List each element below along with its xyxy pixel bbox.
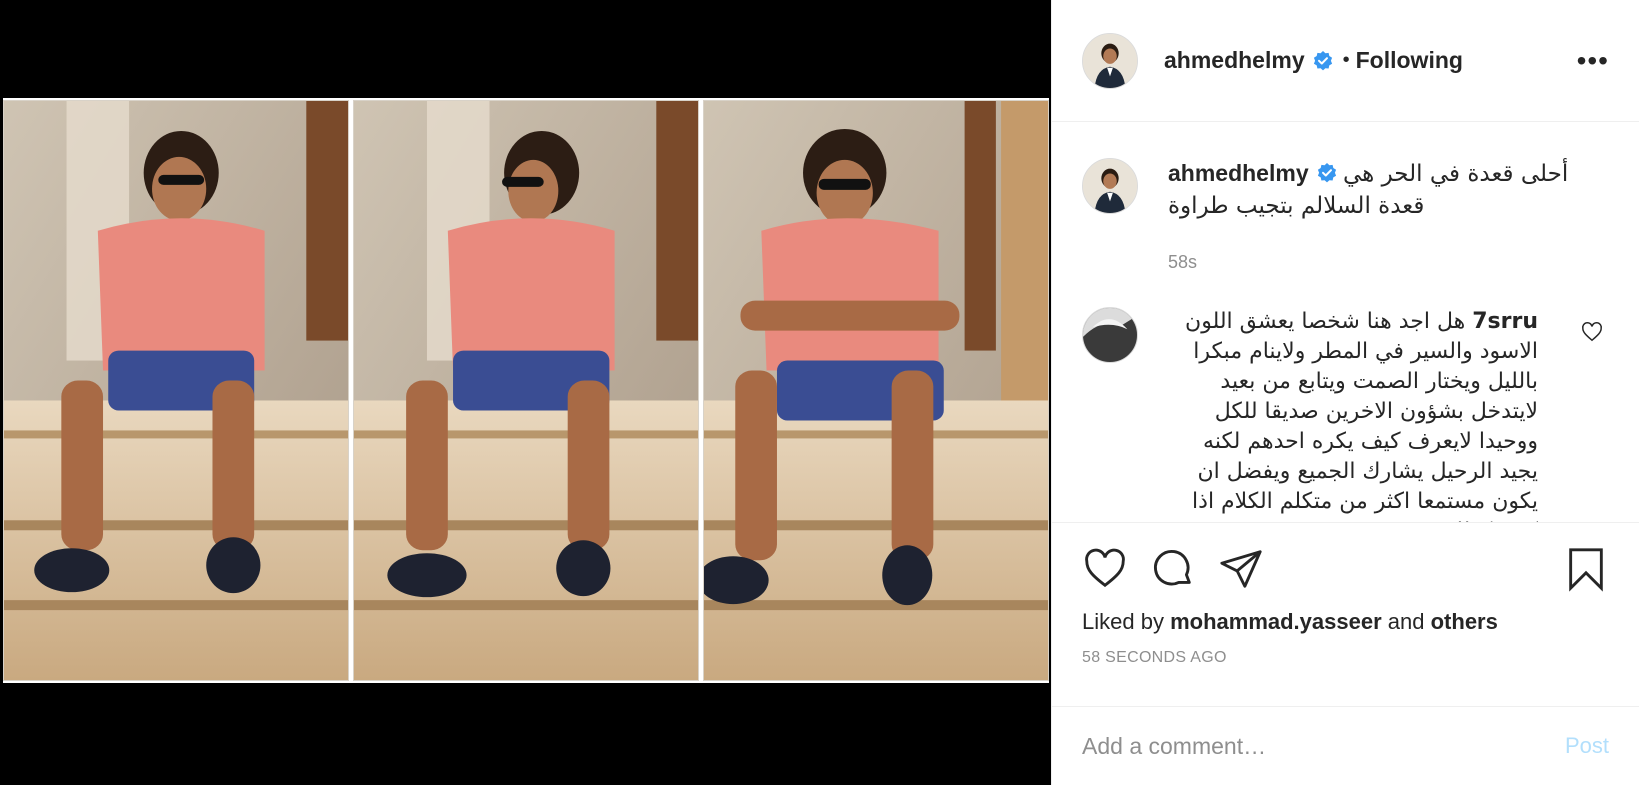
add-comment-bar: Post	[1052, 706, 1639, 785]
comment-item: 7srru هل اجد هنا شخصا يعشق اللون الاسود …	[1082, 307, 1609, 522]
likes-and: and	[1387, 609, 1425, 634]
comment-username[interactable]: 7srru	[1472, 309, 1538, 334]
following-button[interactable]: Following	[1356, 47, 1463, 74]
post-media[interactable]	[0, 0, 1051, 785]
photo-frame-1	[3, 100, 349, 681]
comment-icon[interactable]	[1150, 546, 1196, 592]
more-options-button[interactable]: •••	[1576, 44, 1609, 76]
comment-input[interactable]	[1082, 732, 1565, 760]
photo-frame-3	[703, 100, 1049, 681]
author-username[interactable]: ahmedhelmy	[1164, 47, 1305, 74]
comments-list[interactable]: ahmedhelmy أحلى قعدة في الحر هي قعدة الس…	[1052, 122, 1639, 522]
caption-avatar[interactable]	[1082, 158, 1138, 214]
likes-summary: Liked by mohammad.yasseer and others	[1082, 609, 1609, 635]
photo-frame-2	[353, 100, 699, 681]
likes-others-link[interactable]: others	[1431, 609, 1498, 634]
caption-time[interactable]: 58s	[1168, 252, 1609, 273]
commenter-avatar[interactable]	[1082, 307, 1138, 363]
photo-collage	[3, 98, 1049, 683]
post-comment-button[interactable]: Post	[1565, 733, 1609, 759]
separator-dot: •	[1342, 49, 1350, 71]
post-side-panel: ahmedhelmy • Following ••• ahmedhelmy أح…	[1051, 0, 1639, 785]
heart-icon[interactable]	[1082, 546, 1128, 592]
caption-body: ahmedhelmy أحلى قعدة في الحر هي قعدة الس…	[1168, 158, 1609, 222]
post-timestamp[interactable]: 58 SECONDS AGO	[1082, 649, 1609, 667]
author-avatar[interactable]	[1082, 32, 1138, 89]
verified-icon	[1313, 50, 1332, 70]
verified-icon	[1317, 163, 1336, 183]
action-bar	[1082, 523, 1609, 615]
post-actions: Liked by mohammad.yasseer and others 58 …	[1052, 522, 1639, 667]
bookmark-icon[interactable]	[1563, 546, 1609, 592]
likes-prefix: Liked by	[1082, 609, 1164, 634]
post-header: ahmedhelmy • Following •••	[1052, 0, 1639, 122]
share-icon[interactable]	[1218, 546, 1264, 592]
caption: ahmedhelmy أحلى قعدة في الحر هي قعدة الس…	[1082, 158, 1609, 222]
more-icon: •••	[1576, 44, 1609, 76]
comment-text: هل اجد هنا شخصا يعشق اللون الاسود والسير…	[1185, 309, 1538, 522]
comment-like-icon[interactable]	[1581, 321, 1603, 343]
caption-username[interactable]: ahmedhelmy	[1168, 160, 1309, 186]
likes-user-link[interactable]: mohammad.yasseer	[1170, 609, 1382, 634]
comment-body: 7srru هل اجد هنا شخصا يعشق اللون الاسود …	[1168, 307, 1538, 522]
